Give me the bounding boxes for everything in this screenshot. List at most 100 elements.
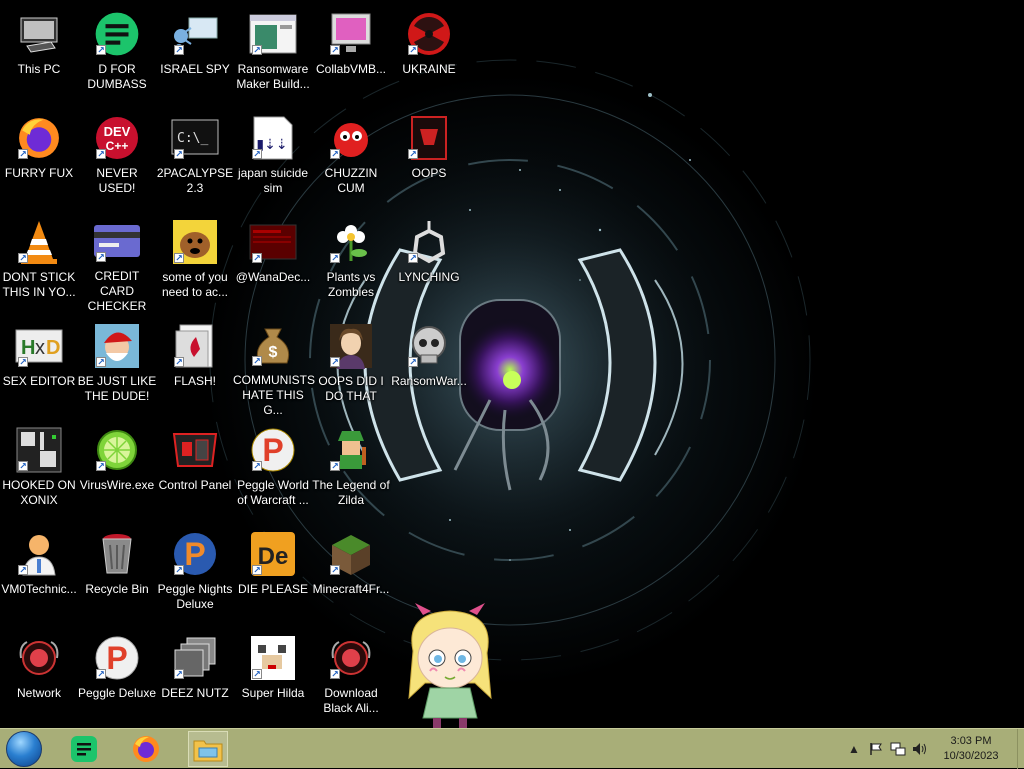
vlc-cone-icon xyxy=(15,218,63,266)
start-orb-icon[interactable] xyxy=(6,731,42,767)
desktop-icon-computer[interactable]: This PC xyxy=(0,6,78,106)
desktop-icon-credit-card[interactable]: CREDIT CARD CHECKER xyxy=(78,214,156,314)
action-center-flag-icon[interactable] xyxy=(865,729,887,769)
file-explorer-icon xyxy=(193,740,223,762)
desktop-icon-santa[interactable]: BE JUST LIKE THE DUDE! xyxy=(78,318,156,418)
desktop-icon-label: DEEZ NUTZ xyxy=(161,686,229,700)
network-red-icon xyxy=(327,634,375,682)
de-icon: De xyxy=(249,530,297,578)
desktop-icon-peggle[interactable]: P Peggle Deluxe xyxy=(78,630,156,730)
desktop-icon-peggle-nights[interactable]: P Peggle Nights Deluxe xyxy=(156,526,234,626)
desktop-icon-control-panel[interactable]: Control Panel xyxy=(156,422,234,522)
desktop-icon-terminal[interactable]: C:\_ 2PACALYPSE 2.3 xyxy=(156,110,234,210)
clock-date: 10/30/2023 xyxy=(943,750,999,762)
desktop-icon-lime[interactable]: VirusWire.exe xyxy=(78,422,156,522)
desktop-icon-noose[interactable]: LYNCHING xyxy=(390,214,468,314)
taskbar-firefox[interactable] xyxy=(126,731,166,767)
noose-icon xyxy=(405,218,453,266)
desktop-icon-label: SEX EDITOR xyxy=(2,374,76,388)
shortcut-arrow-icon xyxy=(174,149,184,159)
desktop-icon-pixel-dog[interactable]: Super Hilda xyxy=(234,630,312,730)
desktop-icon-vlc-cone[interactable]: DONT STICK THIS IN YO... xyxy=(0,214,78,314)
svg-text:P: P xyxy=(262,432,283,468)
desktop-icon-stacked-windows[interactable]: DEEZ NUTZ xyxy=(156,630,234,730)
desktop-icon-game-doc[interactable]: ▮⇣⇣ japan suicide sim xyxy=(234,110,312,210)
desktop-icon-firefox[interactable]: FURRY FUX xyxy=(0,110,78,210)
desktop-icon-hxd[interactable]: HxD SEX EDITOR xyxy=(0,318,78,418)
shortcut-arrow-icon xyxy=(252,253,262,263)
desktop-icon-network-spy[interactable]: ISRAEL SPY xyxy=(156,6,234,106)
desktop-icon-recycle-bin[interactable]: Recycle Bin xyxy=(78,526,156,626)
shortcut-arrow-icon xyxy=(330,357,340,367)
shortcut-arrow-icon xyxy=(252,149,262,159)
taskbar: ▲ 3:03 PM 10/30/2023 xyxy=(0,728,1024,769)
desktop-icon-money-bag[interactable]: $ COMMUNISTS HATE THIS G... xyxy=(233,318,315,418)
desktop-icon-label: This PC xyxy=(17,62,61,76)
desktop-icon-radiation[interactable]: UKRAINE xyxy=(390,6,468,106)
desktop-icon-flower[interactable]: Plants vs Zombies xyxy=(312,214,390,314)
svg-text:P: P xyxy=(106,640,127,676)
desktop-icon-red-box[interactable]: OOPS xyxy=(390,110,468,210)
desktop-icon-skull[interactable]: RansomWar... xyxy=(390,318,468,418)
desktop-icon-grass-block[interactable]: Minecraft4Fr... xyxy=(312,526,390,626)
desktop-icon-label: VM0Technic... xyxy=(1,582,77,596)
desktop-icon-portrait[interactable]: OOPS DID I DO THAT xyxy=(312,318,390,418)
desktop-icon-devcpp[interactable]: DEVC++ NEVER USED! xyxy=(78,110,156,210)
desktop-icon-label: japan suicide sim xyxy=(237,166,309,195)
volume-icon[interactable] xyxy=(909,729,931,769)
shortcut-arrow-icon xyxy=(18,253,28,263)
taskbar-file-explorer[interactable] xyxy=(188,731,228,767)
shortcut-arrow-icon xyxy=(18,461,28,471)
desktop-icon-dog[interactable]: some of you need to ac... xyxy=(156,214,234,314)
shortcut-arrow-icon xyxy=(174,357,184,367)
zelda-icon xyxy=(327,426,375,474)
shortcut-arrow-icon xyxy=(96,149,106,159)
desktop-icon-monitor[interactable]: CollabVMB... xyxy=(312,6,390,106)
desktop-icon-label: Super Hilda xyxy=(241,686,305,700)
red-box-icon xyxy=(405,114,453,162)
peggle-wow-icon: P xyxy=(249,426,297,474)
desktop-icon-green-chat[interactable]: D FOR DUMBASS xyxy=(78,6,156,106)
desktop-icon-label: DONT STICK THIS IN YO... xyxy=(2,270,76,299)
svg-text:x: x xyxy=(35,337,45,359)
network-tray-icon[interactable] xyxy=(887,729,909,769)
desktop-icon-wanadecryptor[interactable]: @WanaDec... xyxy=(234,214,312,314)
show-desktop-button[interactable] xyxy=(1017,729,1024,769)
desktop-icon-network-red[interactable]: Download Black Ali... xyxy=(312,630,390,730)
desktop-icon-label: OOPS DID I DO THAT xyxy=(318,374,384,403)
show-hidden-icons-chevron-icon[interactable]: ▲ xyxy=(843,729,865,769)
desktop: This PC FURRY FUX DONT STICK THIS IN YO...… xyxy=(0,0,1024,728)
desktop-icon-label: RansomWar... xyxy=(391,374,467,388)
desktop-icon-de[interactable]: De DIE PLEASE xyxy=(234,526,312,626)
desktop-icon-zelda[interactable]: The Legend of Zilda xyxy=(312,422,390,522)
desktop-icon-label: NEVER USED! xyxy=(96,166,138,195)
shortcut-arrow-icon xyxy=(330,45,340,55)
shortcut-arrow-icon xyxy=(174,253,184,263)
desktop-icon-peggle-wow[interactable]: P Peggle World of Warcraft ... xyxy=(234,422,312,522)
recycle-bin-icon xyxy=(93,530,141,578)
shortcut-arrow-icon xyxy=(252,461,262,471)
desktop-icon-xonix[interactable]: HOOKED ON XONIX xyxy=(0,422,78,522)
desktop-icon-label: Recycle Bin xyxy=(85,582,149,596)
shortcut-arrow-icon xyxy=(174,565,184,575)
taskbar-green-chat-app[interactable] xyxy=(64,731,104,767)
desktop-icon-chuzzle[interactable]: CHUZZIN CUM xyxy=(312,110,390,210)
app-window-icon xyxy=(249,10,297,58)
desktop-icon-app-window[interactable]: Ransomware Maker Build... xyxy=(234,6,312,106)
shortcut-arrow-icon xyxy=(330,461,340,471)
desktop-icon-label: D FOR DUMBASS xyxy=(87,62,147,91)
money-bag-icon: $ xyxy=(249,322,297,369)
credit-card-icon xyxy=(93,218,141,265)
firefox-icon xyxy=(15,114,63,162)
taskbar-clock[interactable]: 3:03 PM 10/30/2023 xyxy=(931,734,1011,764)
shortcut-arrow-icon xyxy=(408,149,418,159)
pixel-dog-icon xyxy=(249,634,297,682)
desktop-icon-network[interactable]: Network xyxy=(0,630,78,730)
desktop-icon-doctor[interactable]: VM0Technic... xyxy=(0,526,78,626)
green-chat-icon xyxy=(93,10,141,58)
desktop-icon-label: ISRAEL SPY xyxy=(160,62,230,76)
firefox-icon xyxy=(133,736,159,762)
chuzzle-icon xyxy=(327,114,375,162)
desktop-icon-flash[interactable]: FLASH! xyxy=(156,318,234,418)
doctor-icon xyxy=(15,530,63,578)
